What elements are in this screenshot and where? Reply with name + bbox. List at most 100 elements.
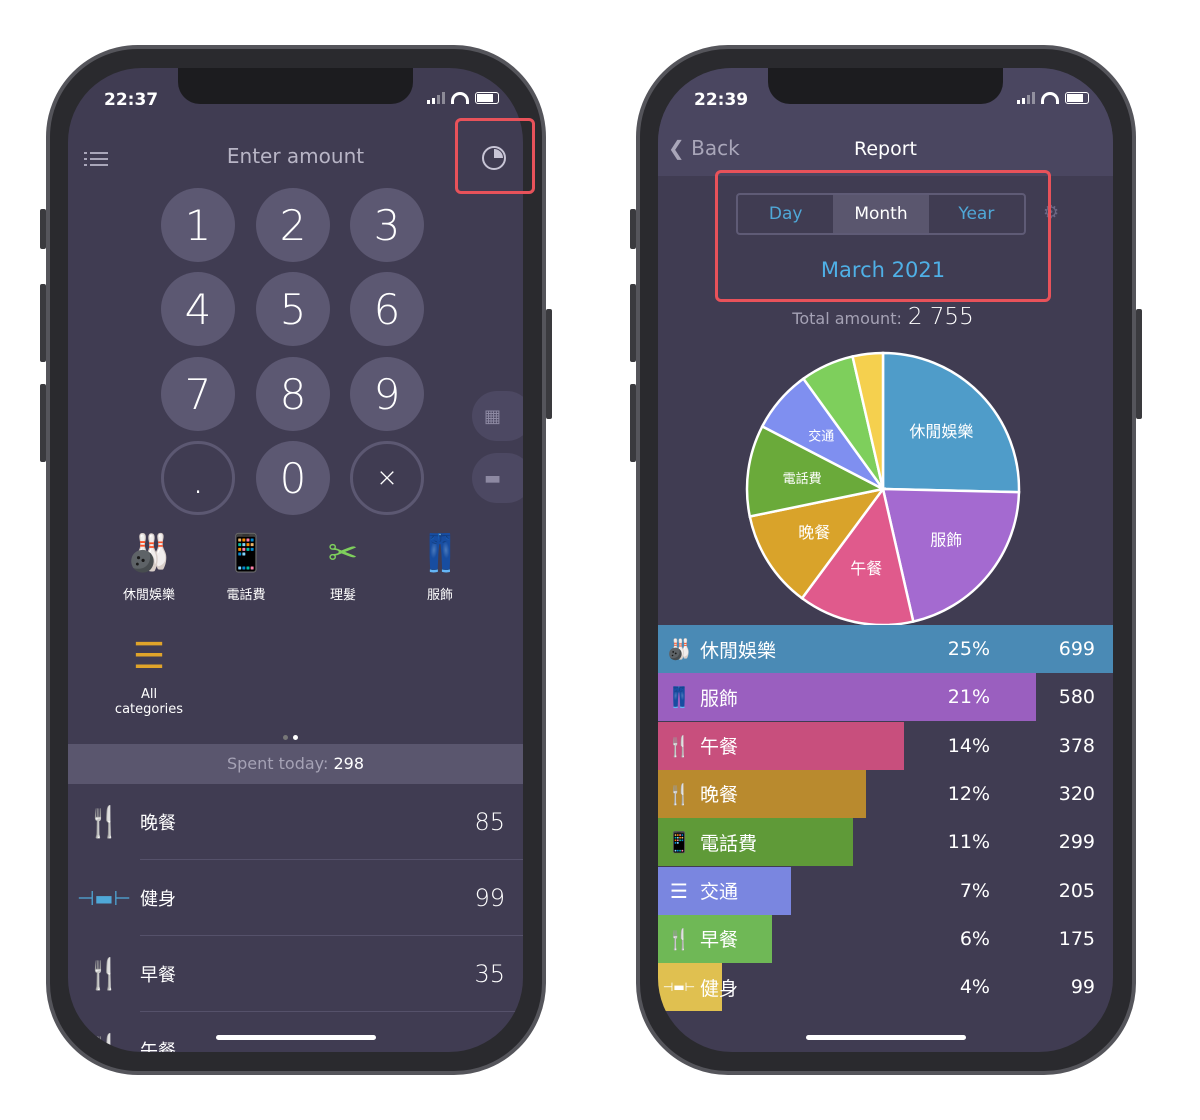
pie-slice-label: 午餐 [850, 559, 882, 578]
key-7[interactable]: 7 [161, 357, 235, 431]
pants-icon: 👖 [417, 533, 463, 574]
notch [768, 68, 1003, 104]
delete-key[interactable]: × [350, 441, 424, 515]
expense-amount: 7 [489, 1036, 505, 1052]
breakdown-row[interactable]: 🍴 早餐 6% 175 [658, 915, 1113, 963]
breakdown-row[interactable]: 🎳 休閒娛樂 25% 699 [658, 625, 1113, 673]
fork-spoon-icon: 🍴 [85, 1032, 123, 1053]
folder-list-icon: ☰ [132, 635, 166, 677]
pie-slice-label: 服飾 [930, 531, 962, 550]
spent-today: Spent today: 298 [68, 744, 523, 784]
comment-icon: ▬ [484, 467, 502, 489]
breakdown-label: 晚餐 [700, 784, 739, 807]
expense-row[interactable]: 🍴 午餐 7 [68, 1012, 523, 1053]
battery-icon [475, 92, 499, 104]
expense-label: 晚餐 [140, 813, 176, 834]
home-indicator [806, 1035, 966, 1040]
key-8[interactable]: 8 [256, 357, 330, 431]
highlight-report-button [455, 118, 535, 194]
fork-spoon-icon: 🍴 [666, 733, 692, 758]
breakdown-label: 交通 [700, 881, 739, 903]
signal-icon [427, 92, 445, 104]
category-pants[interactable]: 👖 服飾 [400, 528, 480, 603]
notch [178, 68, 413, 104]
pie-slice-label: 電話費 [783, 471, 822, 487]
breakdown-percent: 4% [959, 976, 990, 999]
signal-icon [1017, 92, 1035, 104]
breakdown-row[interactable]: 🍴 午餐 14% 378 [658, 722, 1113, 770]
fork-spoon-icon: 🍴 [85, 804, 123, 840]
fork-spoon-icon: 🍴 [666, 926, 692, 951]
comment-button[interactable]: ▬ [472, 453, 523, 503]
status-time: 22:39 [694, 90, 749, 110]
category-label: 電話費 [226, 588, 266, 603]
phone-icon: 📱 [223, 533, 269, 574]
total-amount: Total amount: 2 755 [792, 304, 974, 330]
category-bowling[interactable]: 🎳 休閒娛樂 [109, 528, 189, 603]
breakdown-value: 205 [1058, 879, 1095, 902]
category-scissors-comb[interactable]: ✂ 理髮 [303, 528, 383, 604]
wifi-icon [451, 92, 469, 104]
breakdown-percent: 21% [947, 686, 990, 709]
breakdown-value: 299 [1058, 831, 1095, 854]
key-9[interactable]: 9 [350, 357, 424, 431]
wifi-icon [1041, 92, 1059, 104]
highlight-period-selector [715, 170, 1051, 302]
expense-row[interactable]: 🍴 早餐 35 [68, 936, 523, 1012]
calendar-button[interactable]: ▦ [472, 391, 523, 441]
entry-screen: 22:37 Enter amount 1 2 3 4 5 6 7 8 9. 0 × ▦ ▬ 🎳 休閒娛… [68, 68, 523, 1052]
key-0[interactable]: 0 [256, 441, 330, 515]
pie-chart: 休閒娛樂服飾午餐 晚餐 電話費 交通 [745, 351, 1021, 627]
expense-amount: 85 [474, 808, 505, 836]
phone-icon: 📱 [666, 830, 692, 855]
key-2[interactable]: 2 [256, 188, 330, 262]
breakdown-label: 健身 [700, 977, 739, 1000]
category-folder-list[interactable]: ☰ All categories [109, 631, 189, 718]
phone-left: 22:37 Enter amount 1 2 3 4 5 6 7 8 9. 0 × ▦ ▬ 🎳 休閒娛… [40, 45, 552, 1075]
calendar-icon: ▦ [484, 405, 502, 427]
bowling-icon: 🎳 [666, 637, 692, 661]
breakdown-label: 電話費 [700, 832, 758, 855]
breakdown-percent: 6% [959, 927, 990, 950]
breakdown-row[interactable]: ☰ 交通 7% 205 [658, 867, 1113, 915]
key-3[interactable]: 3 [350, 188, 424, 262]
pie-slice-label: 晚餐 [798, 523, 830, 542]
expense-amount: 35 [474, 960, 505, 988]
breakdown-percent: 11% [947, 831, 990, 854]
category-label: 服飾 [426, 588, 453, 603]
status-icons [1017, 92, 1089, 104]
expense-amount: 99 [474, 884, 505, 912]
breakdown-row[interactable]: 🍴 晚餐 12% 320 [658, 770, 1113, 818]
fork-spoon-icon: 🍴 [85, 956, 123, 992]
breakdown-row[interactable]: 👖 服飾 21% 580 [658, 673, 1113, 721]
pie-slice-label: 交通 [808, 429, 834, 445]
key-1[interactable]: 1 [161, 188, 235, 262]
battery-icon [1065, 92, 1089, 104]
breakdown-percent: 25% [947, 638, 990, 660]
dumbbell-icon: ⊣▬⊢ [77, 886, 131, 910]
pants-icon: 👖 [666, 685, 692, 710]
key-6[interactable]: 6 [350, 272, 424, 346]
category-phone[interactable]: 📱 電話費 [206, 528, 286, 603]
status-icons [427, 92, 499, 104]
breakdown-percent: 14% [947, 734, 990, 757]
expense-row[interactable]: 🍴 晚餐 85 [68, 784, 523, 860]
status-time: 22:37 [104, 90, 159, 110]
key-5[interactable]: 5 [256, 272, 330, 346]
key-decimal[interactable]: . [161, 441, 235, 515]
category-label: 休閒娛樂 [122, 588, 175, 603]
expense-label: 早餐 [140, 965, 176, 986]
pie-slice-label: 休閒娛樂 [909, 422, 973, 441]
breakdown-row[interactable]: ⊣▬⊢ 健身 4% 99 [658, 963, 1113, 1011]
category-label: All categories [114, 687, 184, 717]
breakdown-row[interactable]: 📱 電話費 11% 299 [658, 818, 1113, 866]
expense-row[interactable]: ⊣▬⊢ 健身 99 [68, 860, 523, 936]
key-4[interactable]: 4 [161, 272, 235, 346]
breakdown-value: 378 [1058, 734, 1095, 757]
breakdown-percent: 12% [947, 782, 990, 805]
breakdown-label: 休閒娛樂 [700, 639, 777, 662]
category-label: 理髮 [329, 588, 356, 603]
dumbbell-icon: ⊣▬⊢ [662, 980, 696, 995]
page-indicator[interactable] [283, 735, 298, 740]
expense-label: 健身 [140, 889, 176, 910]
